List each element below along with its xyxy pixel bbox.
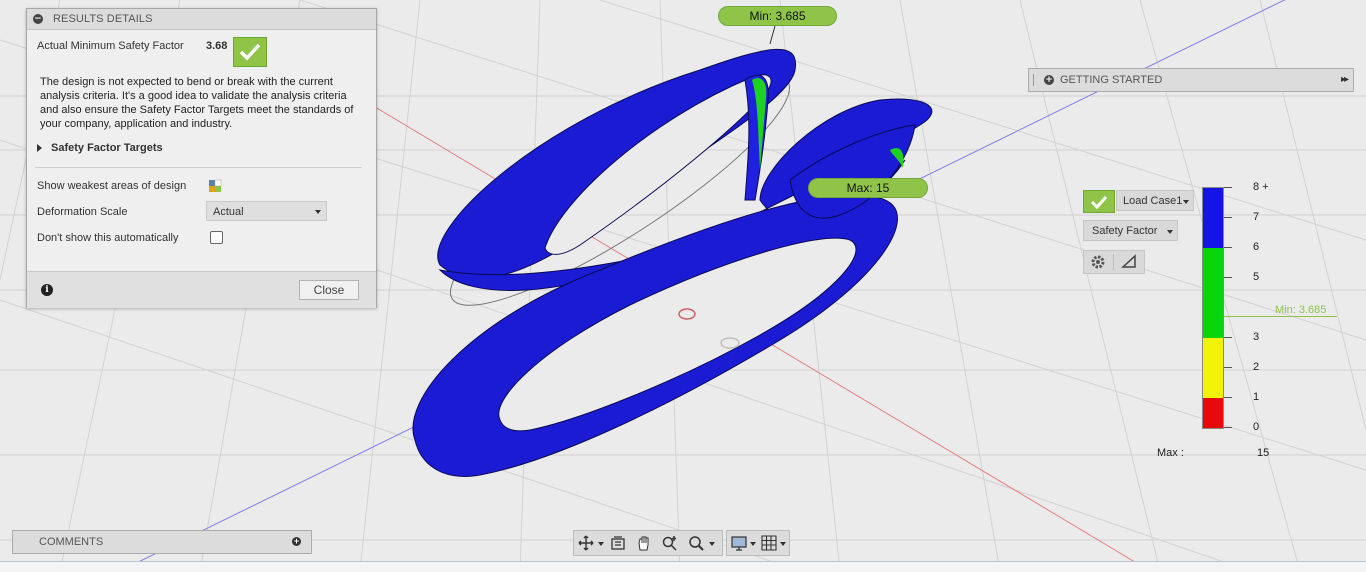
getting-started-title: GETTING STARTED xyxy=(1060,74,1163,86)
expand-plus-icon[interactable]: + xyxy=(1044,75,1054,85)
divider xyxy=(1113,254,1114,270)
chevron-down-icon xyxy=(1167,230,1173,234)
grip-handle[interactable] xyxy=(1033,74,1036,86)
pan-icon[interactable] xyxy=(636,535,652,551)
show-weakest-label: Show weakest areas of design xyxy=(37,180,187,192)
legend-min-marker-line xyxy=(1224,316,1337,317)
legend-tick xyxy=(1224,277,1232,278)
safety-factor-targets-label: Safety Factor Targets xyxy=(51,142,163,154)
safety-factor-color-bar xyxy=(1202,187,1224,429)
legend-tick-label: 5 xyxy=(1253,271,1260,283)
display-toolbar xyxy=(726,530,790,556)
max-callout: Max: 15 xyxy=(808,178,928,198)
check-icon xyxy=(233,37,267,67)
chevron-down-icon[interactable] xyxy=(750,542,756,546)
getting-started-panel[interactable]: + GETTING STARTED ▸▸ xyxy=(1028,68,1354,92)
result-message: The design is not expected to bend or br… xyxy=(40,76,354,130)
legend-tick xyxy=(1224,247,1232,248)
legend-tick xyxy=(1224,337,1232,338)
legend-tick-label: 8 + xyxy=(1253,181,1269,193)
chevron-down-icon[interactable] xyxy=(709,542,715,546)
min-safety-factor-label: Actual Minimum Safety Factor xyxy=(37,40,184,52)
gear-icon[interactable] xyxy=(1089,254,1107,270)
legend-tick-label: 1 xyxy=(1253,391,1260,403)
double-arrow-icon[interactable]: ▸▸ xyxy=(1341,74,1349,85)
zoom-window-icon[interactable] xyxy=(688,535,704,551)
collapse-icon[interactable]: − xyxy=(33,14,43,24)
chevron-down-icon[interactable] xyxy=(598,542,604,546)
legend-tick xyxy=(1224,187,1232,188)
add-comment-icon[interactable]: + xyxy=(292,537,301,546)
result-type-value: Safety Factor xyxy=(1092,225,1158,237)
deformation-scale-value: Actual xyxy=(213,206,244,218)
legend-max-value: 15 xyxy=(1257,447,1270,459)
results-panel-header[interactable]: − RESULTS DETAILS xyxy=(27,9,376,30)
divider xyxy=(35,167,362,168)
comments-panel[interactable]: COMMENTS + xyxy=(12,530,312,554)
min-callout: Min: 3.685 xyxy=(718,6,837,26)
results-details-panel: − RESULTS DETAILS Actual Minimum Safety … xyxy=(26,8,377,308)
legend-max-label: Max : xyxy=(1157,447,1184,459)
legend-tick xyxy=(1224,217,1232,218)
dont-show-checkbox[interactable] xyxy=(210,231,223,244)
display-settings-icon[interactable] xyxy=(731,535,747,551)
orbit-icon[interactable] xyxy=(578,535,594,551)
legend-tick-label: 0 xyxy=(1253,421,1260,433)
chevron-down-icon xyxy=(315,210,321,214)
navigation-toolbar xyxy=(573,530,723,556)
legend-min-marker: Min: 3.685 xyxy=(1275,304,1327,316)
legend-tick xyxy=(1224,427,1232,428)
zoom-icon[interactable] xyxy=(662,535,678,551)
legend-tick-label: 3 xyxy=(1253,331,1260,343)
bottom-strip xyxy=(0,561,1366,572)
probe-icon[interactable] xyxy=(1120,254,1138,270)
grid-settings-icon[interactable] xyxy=(761,535,777,551)
load-case-value: Load Case1 xyxy=(1123,195,1183,207)
results-panel-title: RESULTS DETAILS xyxy=(53,13,153,25)
look-at-icon[interactable] xyxy=(610,535,626,551)
show-weakest-areas-icon[interactable] xyxy=(208,179,222,193)
color-band-red xyxy=(1203,398,1223,428)
results-panel-footer: i Close xyxy=(27,271,376,308)
color-band-blue xyxy=(1203,188,1223,248)
legend-tick-label: 2 xyxy=(1253,361,1260,373)
chevron-down-icon[interactable] xyxy=(780,542,786,546)
color-band-yellow xyxy=(1203,338,1223,398)
close-button[interactable]: Close xyxy=(299,280,359,300)
comments-title: COMMENTS xyxy=(39,536,104,548)
info-icon[interactable]: i xyxy=(41,284,53,296)
safety-factor-targets-toggle[interactable]: Safety Factor Targets xyxy=(37,142,163,154)
legend-tick-label: 7 xyxy=(1253,211,1260,223)
check-icon[interactable] xyxy=(1083,190,1115,213)
color-band-green xyxy=(1203,248,1223,338)
load-case-select[interactable]: Load Case1 xyxy=(1116,190,1194,211)
chevron-down-icon xyxy=(1183,200,1189,204)
legend-tick xyxy=(1224,367,1232,368)
deformation-scale-label: Deformation Scale xyxy=(37,206,128,218)
result-type-select[interactable]: Safety Factor xyxy=(1083,220,1178,241)
dont-show-label: Don't show this automatically xyxy=(37,232,179,244)
legend-tick xyxy=(1224,397,1232,398)
deformation-scale-select[interactable]: Actual xyxy=(206,201,327,221)
expand-arrow-icon xyxy=(37,144,42,152)
min-safety-factor-value: 3.68 xyxy=(206,40,228,52)
legend-tools xyxy=(1083,250,1145,274)
legend-tick-label: 6 xyxy=(1253,241,1260,253)
